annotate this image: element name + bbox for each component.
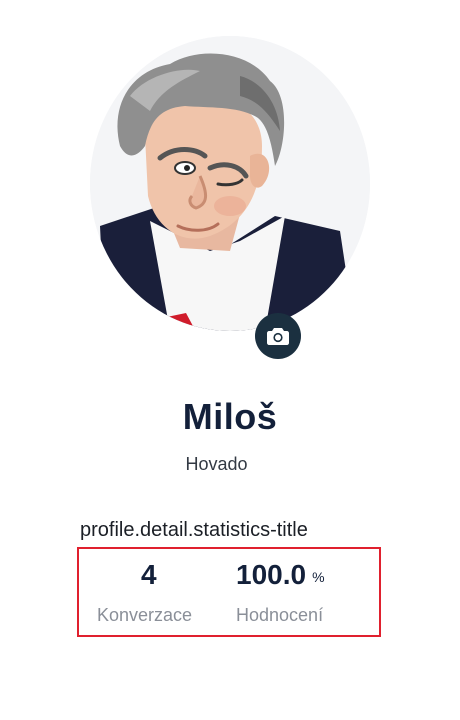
avatar-caricature-image: [90, 36, 370, 331]
stat-conversations-number: 4: [141, 559, 157, 590]
avatar-container: [90, 36, 370, 331]
statistics-panel: 4 Konverzace 100.0% Hodnocení: [77, 547, 381, 637]
change-photo-button[interactable]: [255, 313, 301, 359]
stat-rating-unit: %: [312, 569, 325, 585]
stat-rating-label: Hodnocení: [236, 605, 324, 625]
camera-icon: [267, 328, 289, 345]
stat-rating-number: 100.0: [236, 559, 307, 590]
stat-rating: 100.0% Hodnocení: [236, 559, 376, 626]
stat-conversations-value: 4: [97, 559, 217, 591]
profile-screen: Miloš Hovado profile.detail.statistics-t…: [0, 0, 460, 720]
stat-conversations: 4 Konverzace: [97, 559, 217, 626]
avatar[interactable]: [90, 36, 370, 331]
stat-conversations-label: Konverzace: [97, 605, 193, 625]
profile-subtitle: Hovado: [185, 454, 248, 474]
statistics-title: profile.detail.statistics-title: [80, 519, 308, 541]
stat-rating-value: 100.0%: [236, 559, 376, 591]
profile-name: Miloš: [182, 396, 278, 437]
